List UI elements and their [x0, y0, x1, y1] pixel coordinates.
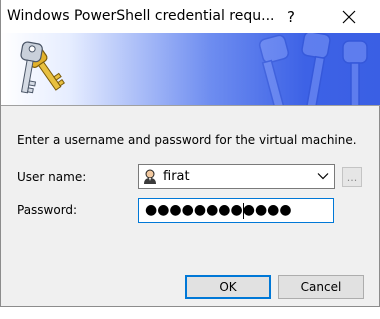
keys-watermark-icon — [258, 33, 368, 105]
username-value: firat — [163, 169, 190, 184]
keys-icon — [20, 41, 65, 94]
instruction-text: Enter a username and password for the vi… — [17, 133, 357, 147]
help-button[interactable]: ? — [273, 2, 309, 32]
user-icon — [144, 169, 156, 184]
header-banner — [1, 33, 380, 105]
browse-users-button[interactable]: ... — [342, 167, 362, 187]
password-masked-value: ●●●●●●●●●●●● — [145, 202, 292, 218]
password-label: Password: — [17, 203, 78, 217]
username-combobox[interactable]: firat — [138, 164, 335, 189]
password-field[interactable]: ●●●●●●●●●●●● — [138, 198, 334, 223]
window-title: Windows PowerShell credential requ... — [7, 8, 275, 24]
ok-button[interactable]: OK — [185, 275, 271, 299]
username-label: User name: — [17, 170, 87, 184]
cancel-button[interactable]: Cancel — [278, 275, 364, 299]
chevron-down-icon[interactable] — [317, 172, 329, 180]
close-button[interactable] — [327, 2, 371, 32]
text-caret — [243, 203, 244, 219]
close-icon — [342, 10, 356, 24]
credential-dialog: Windows PowerShell credential requ... ? — [0, 0, 380, 307]
title-bar: Windows PowerShell credential requ... ? — [1, 0, 380, 33]
banner-separator — [1, 105, 380, 106]
